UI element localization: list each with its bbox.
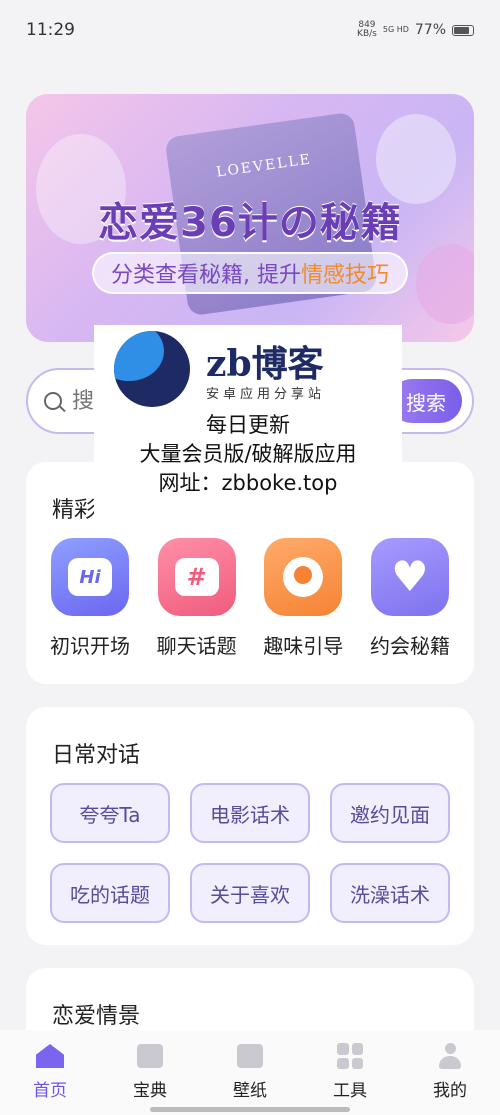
battery-icon [452, 24, 474, 36]
tag-button[interactable]: 洗澡话术 [330, 863, 450, 923]
featured-item-guide[interactable]: 趣味引导 [251, 538, 355, 659]
book-star-icon [135, 1042, 165, 1070]
tab-wallpaper[interactable]: 壁纸 [210, 1042, 290, 1115]
status-bar: 11:29 849 KB/s 5G HD 77% [0, 0, 500, 60]
watermark-subtitle: 安卓应用分享站 [206, 387, 326, 402]
tab-tools[interactable]: 工具 [310, 1042, 390, 1115]
banner-title: 恋爱36计の秘籍 [98, 200, 402, 246]
search-icon [44, 392, 62, 410]
hashtag-icon: # [157, 538, 236, 616]
daily-conversation-section: 日常对话 夸夸Ta 电影话术 邀约见面 吃的话题 关于喜欢 洗澡话术 [26, 707, 474, 945]
banner-subtitle: 分类查看秘籍, 提升 情感技巧 [92, 252, 408, 294]
daily-tag-grid: 夸夸Ta 电影话术 邀约见面 吃的话题 关于喜欢 洗澡话术 [50, 783, 450, 923]
tab-home[interactable]: 首页 [10, 1042, 90, 1115]
featured-grid: Hi 初识开场 # 聊天话题 趣味引导 ♥ 约会秘籍 [38, 538, 462, 659]
featured-item-opening[interactable]: Hi 初识开场 [38, 538, 142, 659]
home-icon [35, 1042, 65, 1070]
featured-title: 精彩 [52, 498, 97, 523]
grid-icon [335, 1042, 365, 1070]
signal-icon: 5G HD [382, 25, 409, 34]
network-speed: 849 KB/s [357, 20, 377, 39]
daily-title: 日常对话 [52, 743, 141, 768]
status-time: 11:29 [26, 20, 75, 40]
featured-item-dating[interactable]: ♥ 约会秘籍 [358, 538, 462, 659]
home-indicator[interactable] [150, 1107, 350, 1112]
decor-balloon-icon [416, 244, 474, 324]
hi-chat-icon: Hi [51, 538, 129, 616]
battery-percent: 77% [414, 22, 446, 38]
tab-handbook[interactable]: 宝典 [110, 1042, 190, 1115]
tag-button[interactable]: 夸夸Ta [50, 783, 170, 843]
watermark-brand: zb博客 [206, 343, 324, 385]
heart-people-icon: ♥ [370, 538, 449, 616]
tag-button[interactable]: 关于喜欢 [190, 863, 310, 923]
tag-button[interactable]: 吃的话题 [50, 863, 170, 923]
bottom-tab-bar: 首页 宝典 壁纸 工具 我的 [0, 1030, 500, 1115]
scenes-title: 恋爱情景 [52, 1004, 141, 1029]
status-indicators: 849 KB/s 5G HD 77% [357, 21, 474, 39]
watermark-overlay: zb博客 安卓应用分享站 每日更新 大量会员版/破解版应用 网址：zbboke.… [94, 325, 402, 522]
planet-icon [264, 538, 343, 616]
featured-item-topics[interactable]: # 聊天话题 [145, 538, 249, 659]
image-icon [235, 1042, 265, 1070]
tag-button[interactable]: 电影话术 [190, 783, 310, 843]
promo-banner[interactable]: LOEVELLE 恋爱36计の秘籍 分类查看秘籍, 提升 情感技巧 [26, 94, 474, 342]
tab-profile[interactable]: 我的 [410, 1042, 490, 1115]
person-icon [435, 1042, 465, 1070]
watermark-text: 每日更新 大量会员版/破解版应用 网址：zbboke.top [139, 413, 357, 495]
watermark-logo-icon [114, 331, 190, 407]
tag-button[interactable]: 邀约见面 [330, 783, 450, 843]
